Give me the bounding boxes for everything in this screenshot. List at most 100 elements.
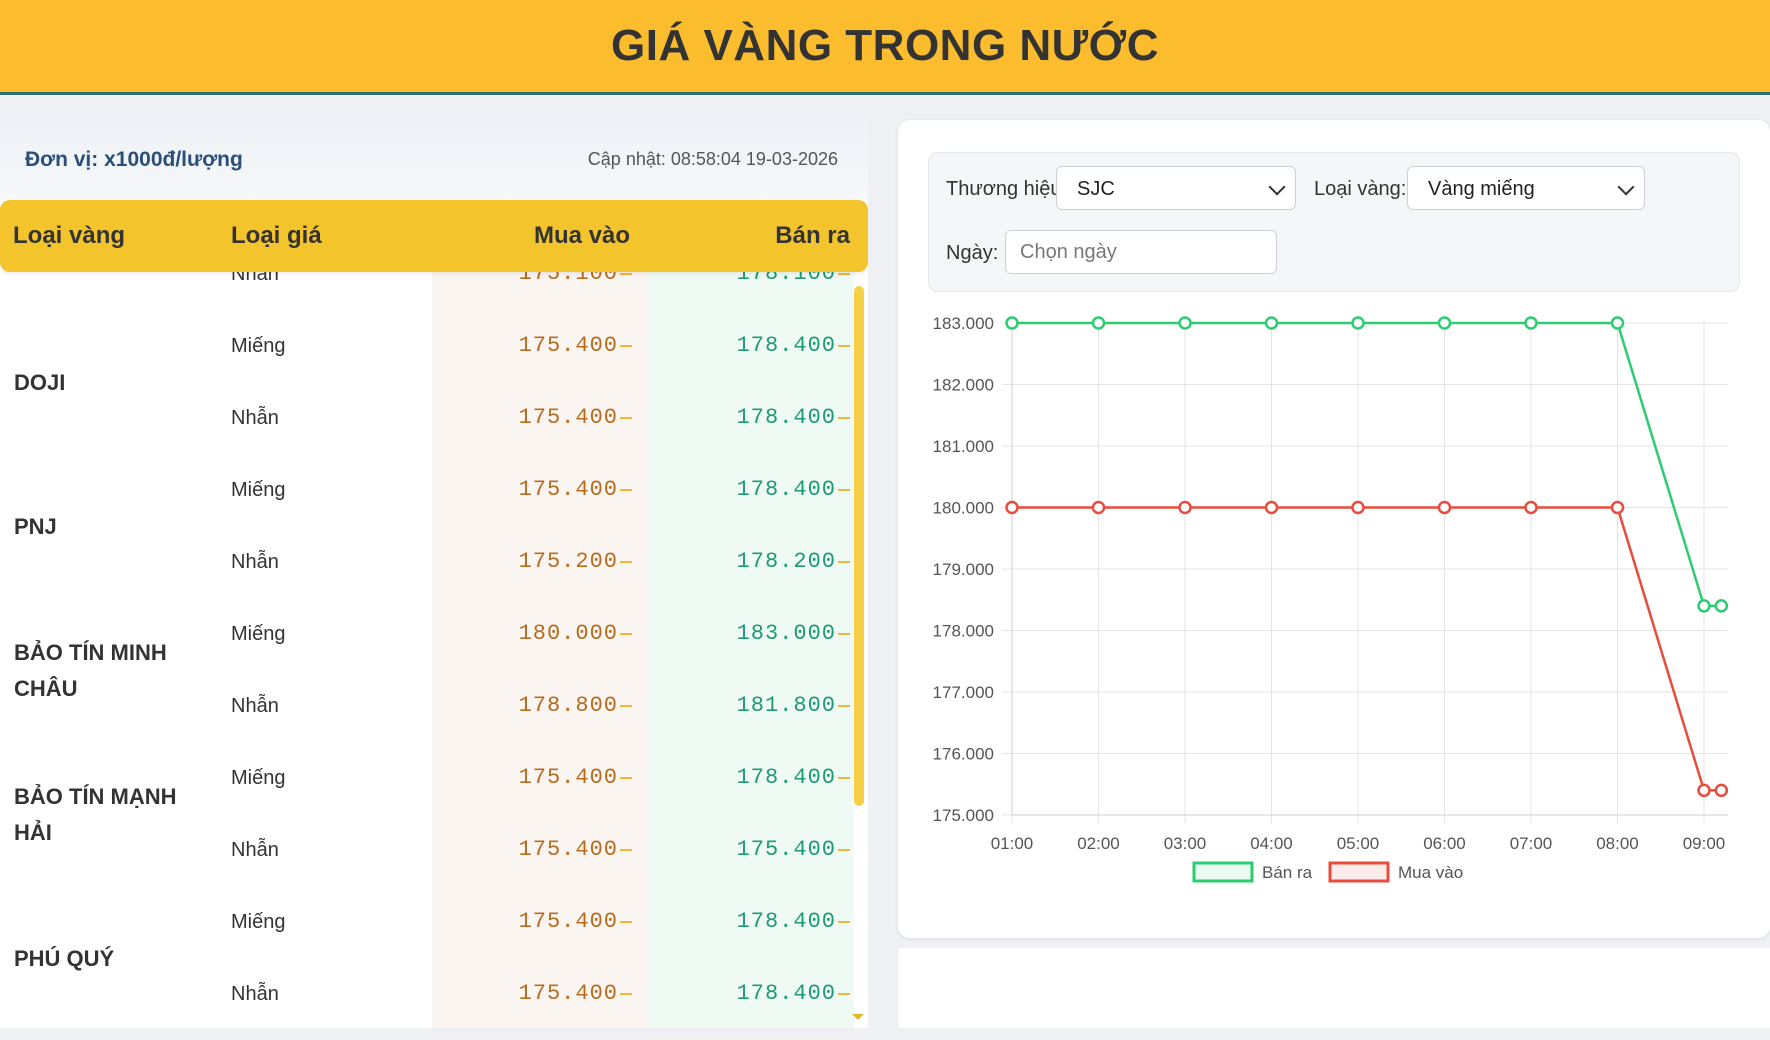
y-tick-label: 179.000 [933,560,994,579]
buy-trend-dash [620,921,632,923]
x-tick-label: 02:00 [1077,834,1120,853]
legend-swatch [1328,861,1390,883]
price-type-cell: Miếng [231,479,286,501]
scroll-down-arrow-icon[interactable] [852,1014,864,1020]
y-tick-label: 180.000 [933,499,994,518]
data-point [1714,783,1729,798]
y-tick-label: 175.000 [933,806,994,825]
buy-price-cell: 175.100 [518,272,618,286]
chart-panel: Thương hiệu: SJC Loại vàng: Vàng miếng N… [898,120,1770,938]
price-table-panel: Đơn vị: x1000đ/lượng Cập nhật: 08:58:04 … [0,120,868,1028]
price-line-chart: 183.000 182.000 181.000 180.000 179.000 178.0… [933,314,1729,883]
data-point [1610,500,1625,515]
y-tick-label: 177.000 [933,683,994,702]
data-point [1524,500,1538,515]
data-point [1005,500,1019,515]
sell-trend-dash [838,561,850,563]
chart-panel-lower [898,948,1770,1028]
header-sell: Bán ra [775,222,850,249]
sell-trend-dash [838,273,850,275]
sell-price-cell: 175.400 [736,837,836,862]
data-point [1351,316,1365,330]
unit-label: Đơn vị: x1000đ/lượng [25,148,243,171]
data-point [1714,599,1729,613]
series-line-sell [1012,321,1722,608]
series-line-buy [1012,506,1722,792]
buy-trend-dash [620,849,632,851]
table-scrollbar[interactable] [854,286,864,806]
sell-price-cell: 178.400 [736,765,836,790]
sell-price-cell: 178.200 [736,549,836,574]
y-tick-label: 178.000 [933,622,994,641]
buy-price-cell: 175.200 [518,549,618,574]
table-header: Loại vàng Loại giá Mua vào Bán ra [0,200,868,272]
y-tick-label: 182.000 [933,376,994,395]
buy-trend-dash [620,345,632,347]
buy-price-cell: 175.400 [518,837,618,862]
sell-price-cell: 181.800 [736,693,836,718]
sell-trend-dash [838,417,850,419]
buy-price-cell: 175.400 [518,405,618,430]
x-tick-label: 06:00 [1423,834,1466,853]
header-buy: Mua vào [533,222,630,249]
brand-label: BẢO TÍN MINH CHÂU [14,640,167,701]
data-point [1264,500,1279,515]
sell-trend-dash [838,705,850,707]
price-table-body[interactable]: Nhẫn 175.100 178.100 Miếng 175.400 178.400 Nhẫ… [0,272,868,1028]
price-type-cell: Miếng [231,911,286,933]
data-point [1264,316,1279,330]
data-point [1610,316,1625,330]
buy-trend-dash [620,489,632,491]
price-type-cell: Nhẫn [231,983,279,1005]
buy-trend-dash [620,705,632,707]
x-tick-label: 08:00 [1596,834,1639,853]
sell-price-cell: 183.000 [736,621,836,646]
buy-trend-dash [620,633,632,635]
sell-trend-dash [838,489,850,491]
page-title: GIÁ VÀNG TRONG NƯỚC [611,21,1159,70]
legend-label: Bán ra [1262,863,1313,882]
data-point [1524,316,1538,330]
sell-trend-dash [838,921,850,923]
data-point [1178,316,1192,330]
sell-price-cell: 178.400 [736,909,836,934]
price-type-cell: Nhẫn [231,551,279,573]
data-point [1351,500,1365,515]
buy-price-cell: 178.800 [518,693,618,718]
sell-price-cell: 178.400 [736,477,836,502]
data-point [1697,783,1711,798]
data-point [1091,500,1106,515]
brand-label: DOJI [14,370,66,395]
price-type-cell: Nhẫn [231,407,279,429]
y-tick-label: 181.000 [933,437,994,456]
price-type-cell: Nhẫn [231,272,279,285]
sell-price-cell: 178.400 [736,405,836,430]
unit-bar: Đơn vị: x1000đ/lượng Cập nhật: 08:58:04 … [0,120,868,200]
update-time: Cập nhật: 08:58:04 19-03-2026 [587,149,838,169]
sell-trend-dash [838,633,850,635]
x-tick-label: 05:00 [1337,834,1380,853]
table-row: Nhẫn 175.100 178.100 [0,272,868,311]
sell-trend-dash [838,345,850,347]
price-type-cell: Miếng [231,767,286,789]
price-type-cell: Nhẫn [231,695,279,717]
buy-price-cell: 175.400 [518,765,618,790]
legend-label: Mua vào [1398,863,1463,882]
data-point [1697,599,1711,613]
buy-price-cell: 175.400 [518,477,618,502]
header-gold-type: Loại vàng [13,222,126,249]
buy-price-cell: 175.400 [518,909,618,934]
buy-trend-dash [620,273,632,275]
data-point [1437,316,1452,330]
brand-label: PHÚ QUÝ [14,946,115,971]
sell-price-cell: 178.100 [736,272,836,286]
y-tick-label: 183.000 [933,314,994,333]
x-tick-label: 03:00 [1164,834,1207,853]
data-point [1005,316,1019,330]
buy-price-cell: 175.400 [518,333,618,358]
buy-price-cell: 175.400 [518,981,618,1006]
buy-trend-dash [620,561,632,563]
brand-label: PNJ [14,514,57,539]
sell-price-cell: 178.400 [736,333,836,358]
data-point [1437,500,1452,515]
